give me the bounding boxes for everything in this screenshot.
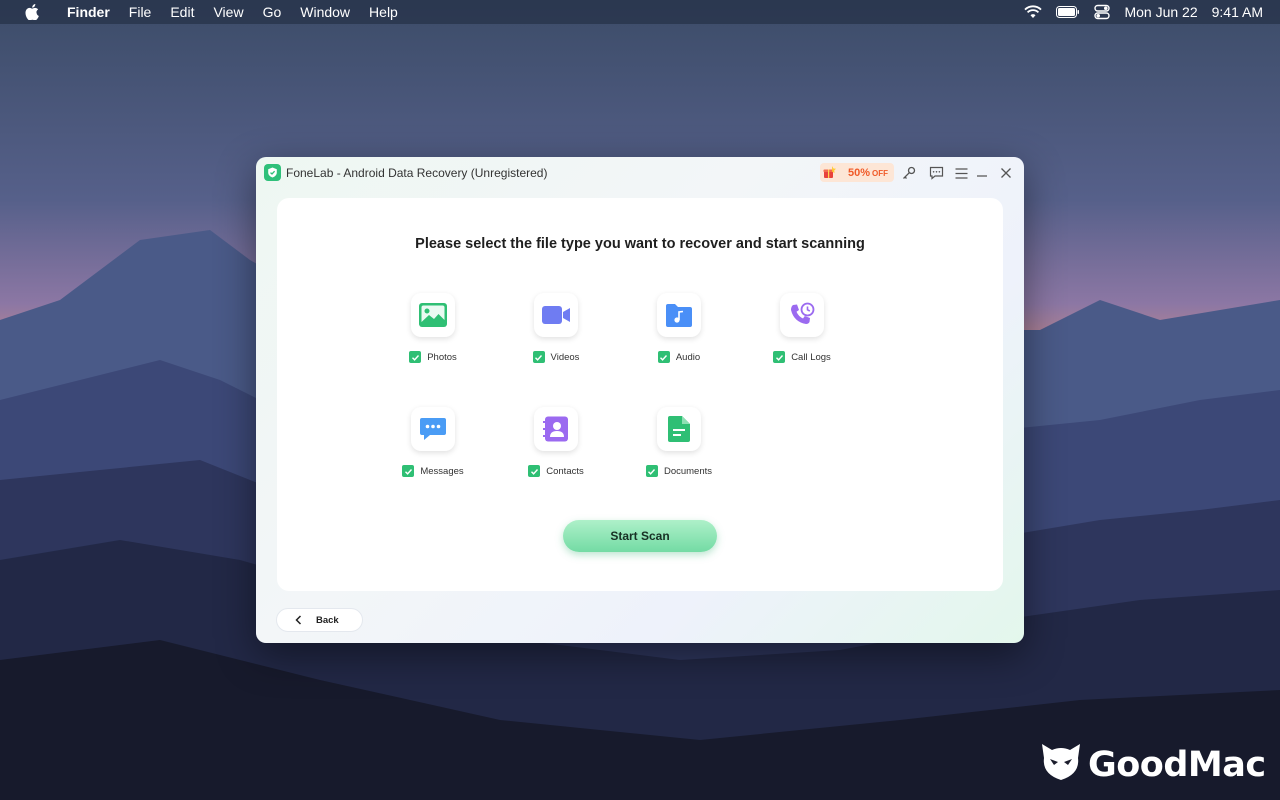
title-bar: FoneLab - Android Data Recovery (Unregis…: [256, 157, 1024, 189]
clock-date[interactable]: Mon Jun 22: [1124, 4, 1197, 20]
close-icon[interactable]: [998, 165, 1014, 181]
battery-icon[interactable]: [1056, 6, 1080, 18]
documents-label: Documents: [663, 465, 713, 477]
menu-help[interactable]: Help: [369, 4, 398, 20]
wifi-icon[interactable]: [1024, 5, 1043, 19]
chevron-left-icon: [295, 615, 302, 625]
key-icon[interactable]: [901, 165, 917, 181]
messages-checkbox[interactable]: [402, 465, 415, 477]
file-type-audio: Audio: [634, 293, 724, 373]
promo-off: OFF: [872, 169, 888, 178]
file-type-messages: Messages: [388, 407, 478, 487]
contacts-label: Contacts: [546, 465, 584, 477]
audio-checkbox[interactable]: [657, 351, 670, 363]
audio-icon[interactable]: [657, 293, 701, 337]
window-title: FoneLab - Android Data Recovery (Unregis…: [286, 166, 548, 180]
videos-label: Videos: [550, 351, 580, 363]
menu-view[interactable]: View: [213, 4, 243, 20]
start-scan-button[interactable]: Start Scan: [563, 520, 717, 552]
file-type-documents: Documents: [634, 407, 724, 487]
document-icon[interactable]: [657, 407, 701, 451]
message-icon[interactable]: [411, 407, 455, 451]
fonelab-window: FoneLab - Android Data Recovery (Unregis…: [256, 157, 1024, 643]
messages-label: Messages: [420, 465, 464, 477]
minimize-icon[interactable]: [974, 165, 990, 181]
photo-icon[interactable]: [411, 293, 455, 337]
control-center-icon[interactable]: [1094, 4, 1111, 20]
promo-percent: 50%: [847, 166, 870, 179]
file-type-contacts: Contacts: [511, 407, 601, 487]
menu-bar: Finder File Edit View Go Window Help Mon…: [0, 0, 1280, 24]
menu-window[interactable]: Window: [300, 4, 350, 20]
call-logs-checkbox[interactable]: [773, 351, 786, 363]
photos-checkbox[interactable]: [409, 351, 422, 363]
fonelab-logo-icon: [264, 164, 281, 181]
contacts-checkbox[interactable]: [528, 465, 541, 477]
audio-label: Audio: [675, 351, 701, 363]
videos-checkbox[interactable]: [532, 351, 545, 363]
call-logs-label: Call Logs: [791, 351, 831, 363]
back-label: Back: [316, 614, 339, 626]
file-type-panel: Please select the file type you want to …: [277, 198, 1003, 591]
apple-icon[interactable]: [25, 4, 45, 20]
menu-go[interactable]: Go: [263, 4, 282, 20]
file-type-videos: Videos: [511, 293, 601, 373]
goodmac-watermark: GoodMac: [1040, 742, 1266, 787]
photos-label: Photos: [427, 351, 457, 363]
feedback-icon[interactable]: [928, 165, 944, 181]
clock-time[interactable]: 9:41 AM: [1212, 4, 1263, 20]
contact-icon[interactable]: [534, 407, 578, 451]
file-type-photos: Photos: [388, 293, 478, 373]
menu-file[interactable]: File: [129, 4, 152, 20]
goodmac-logo-icon: [1040, 742, 1082, 787]
menu-app-finder[interactable]: Finder: [67, 4, 110, 20]
call-log-icon[interactable]: [780, 293, 824, 337]
file-type-call-logs: Call Logs: [757, 293, 847, 373]
back-button[interactable]: Back: [276, 608, 363, 632]
promo-badge[interactable]: 50% OFF: [820, 163, 894, 182]
watermark-text: GoodMac: [1088, 744, 1266, 785]
menu-icon[interactable]: [953, 165, 969, 181]
video-icon[interactable]: [534, 293, 578, 337]
documents-checkbox[interactable]: [645, 465, 658, 477]
gift-icon: [822, 164, 838, 180]
menu-edit[interactable]: Edit: [170, 4, 194, 20]
page-heading: Please select the file type you want to …: [415, 236, 865, 252]
